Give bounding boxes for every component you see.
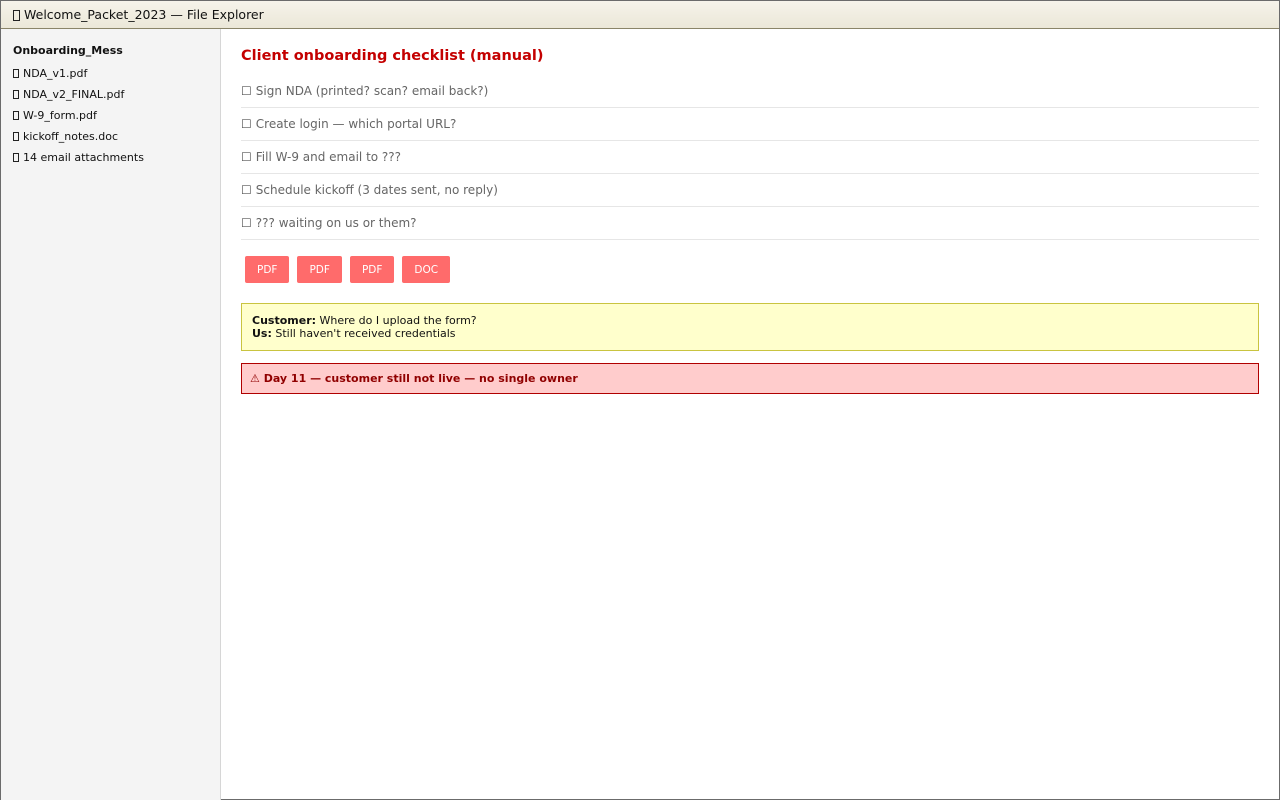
chat-message: Still haven't received credentials xyxy=(271,327,456,340)
chat-speaker: Customer: xyxy=(252,314,317,327)
checkbox-icon[interactable]: ☐ xyxy=(241,84,252,98)
sidebar-item-label: NDA_v1.pdf xyxy=(23,67,88,80)
checklist-item-label: ??? waiting on us or them? xyxy=(255,216,417,230)
checklist-item-label: Sign NDA (printed? scan? email back?) xyxy=(255,84,489,98)
file-icon xyxy=(13,132,19,141)
window-title: Welcome_Packet_2023 — File Explorer xyxy=(24,7,264,22)
sidebar-item-label: W-9_form.pdf xyxy=(23,109,97,122)
file-explorer-window: Welcome_Packet_2023 — File Explorer Onbo… xyxy=(0,0,1280,800)
attachment-chips: PDF PDF PDF DOC xyxy=(245,256,1259,283)
checklist-item-fill-w9[interactable]: ☐ Fill W-9 and email to ??? xyxy=(241,141,1259,174)
sidebar-item-label: NDA_v2_FINAL.pdf xyxy=(23,88,125,101)
file-icon xyxy=(13,69,19,78)
sidebar-item-nda-v1[interactable]: NDA_v1.pdf xyxy=(13,63,220,84)
warning-text: Day 11 — customer still not live — no si… xyxy=(263,372,578,385)
sidebar-item-kickoff-notes[interactable]: kickoff_notes.doc xyxy=(13,126,220,147)
folder-icon xyxy=(13,10,20,21)
sidebar-root-folder[interactable]: Onboarding_Mess xyxy=(13,44,220,57)
file-icon xyxy=(13,153,19,162)
sidebar-item-w9-form[interactable]: W-9_form.pdf xyxy=(13,105,220,126)
page-title: Client onboarding checklist (manual) xyxy=(241,48,544,64)
doc-chip-button[interactable]: DOC xyxy=(402,256,451,283)
checkbox-icon[interactable]: ☐ xyxy=(241,183,252,197)
checklist-item-label: Create login — which portal URL? xyxy=(255,117,457,131)
checklist-item-label: Fill W-9 and email to ??? xyxy=(255,150,402,164)
chat-message: Where do I upload the form? xyxy=(316,314,477,327)
chat-line-us: Us: Still haven't received credentials xyxy=(252,327,1248,340)
pdf-chip-button[interactable]: PDF xyxy=(245,256,290,283)
main-content: Client onboarding checklist (manual) ☐ S… xyxy=(221,29,1279,800)
warning-icon: ⚠ xyxy=(250,372,260,385)
file-icon xyxy=(13,90,19,99)
chat-excerpt: Customer: Where do I upload the form? Us… xyxy=(241,303,1259,351)
window-body: Onboarding_Mess NDA_v1.pdf NDA_v2_FINAL.… xyxy=(1,29,1279,800)
checkbox-icon[interactable]: ☐ xyxy=(241,117,252,131)
sidebar-item-nda-v2-final[interactable]: NDA_v2_FINAL.pdf xyxy=(13,84,220,105)
title-bar[interactable]: Welcome_Packet_2023 — File Explorer xyxy=(1,1,1279,29)
checklist-item-create-login[interactable]: ☐ Create login — which portal URL? xyxy=(241,108,1259,141)
checkbox-icon[interactable]: ☐ xyxy=(241,150,252,164)
file-icon xyxy=(13,111,19,120)
sidebar-item-label: 14 email attachments xyxy=(23,151,144,164)
checkbox-icon[interactable]: ☐ xyxy=(241,216,252,230)
chat-line-customer: Customer: Where do I upload the form? xyxy=(252,314,1248,327)
warning-banner: ⚠ Day 11 — customer still not live — no … xyxy=(241,363,1259,394)
sidebar-item-label: kickoff_notes.doc xyxy=(23,130,119,143)
checklist-item-label: Schedule kickoff (3 dates sent, no reply… xyxy=(255,183,498,197)
sidebar: Onboarding_Mess NDA_v1.pdf NDA_v2_FINAL.… xyxy=(1,29,221,800)
checklist: ☐ Sign NDA (printed? scan? email back?) … xyxy=(241,75,1259,240)
checklist-item-schedule-kickoff[interactable]: ☐ Schedule kickoff (3 dates sent, no rep… xyxy=(241,174,1259,207)
pdf-chip-button[interactable]: PDF xyxy=(297,256,342,283)
sidebar-item-email-attachments[interactable]: 14 email attachments xyxy=(13,147,220,168)
checklist-item-waiting[interactable]: ☐ ??? waiting on us or them? xyxy=(241,207,1259,240)
chat-speaker: Us: xyxy=(252,327,272,340)
pdf-chip-button[interactable]: PDF xyxy=(349,256,395,283)
checklist-item-sign-nda[interactable]: ☐ Sign NDA (printed? scan? email back?) xyxy=(241,75,1259,108)
